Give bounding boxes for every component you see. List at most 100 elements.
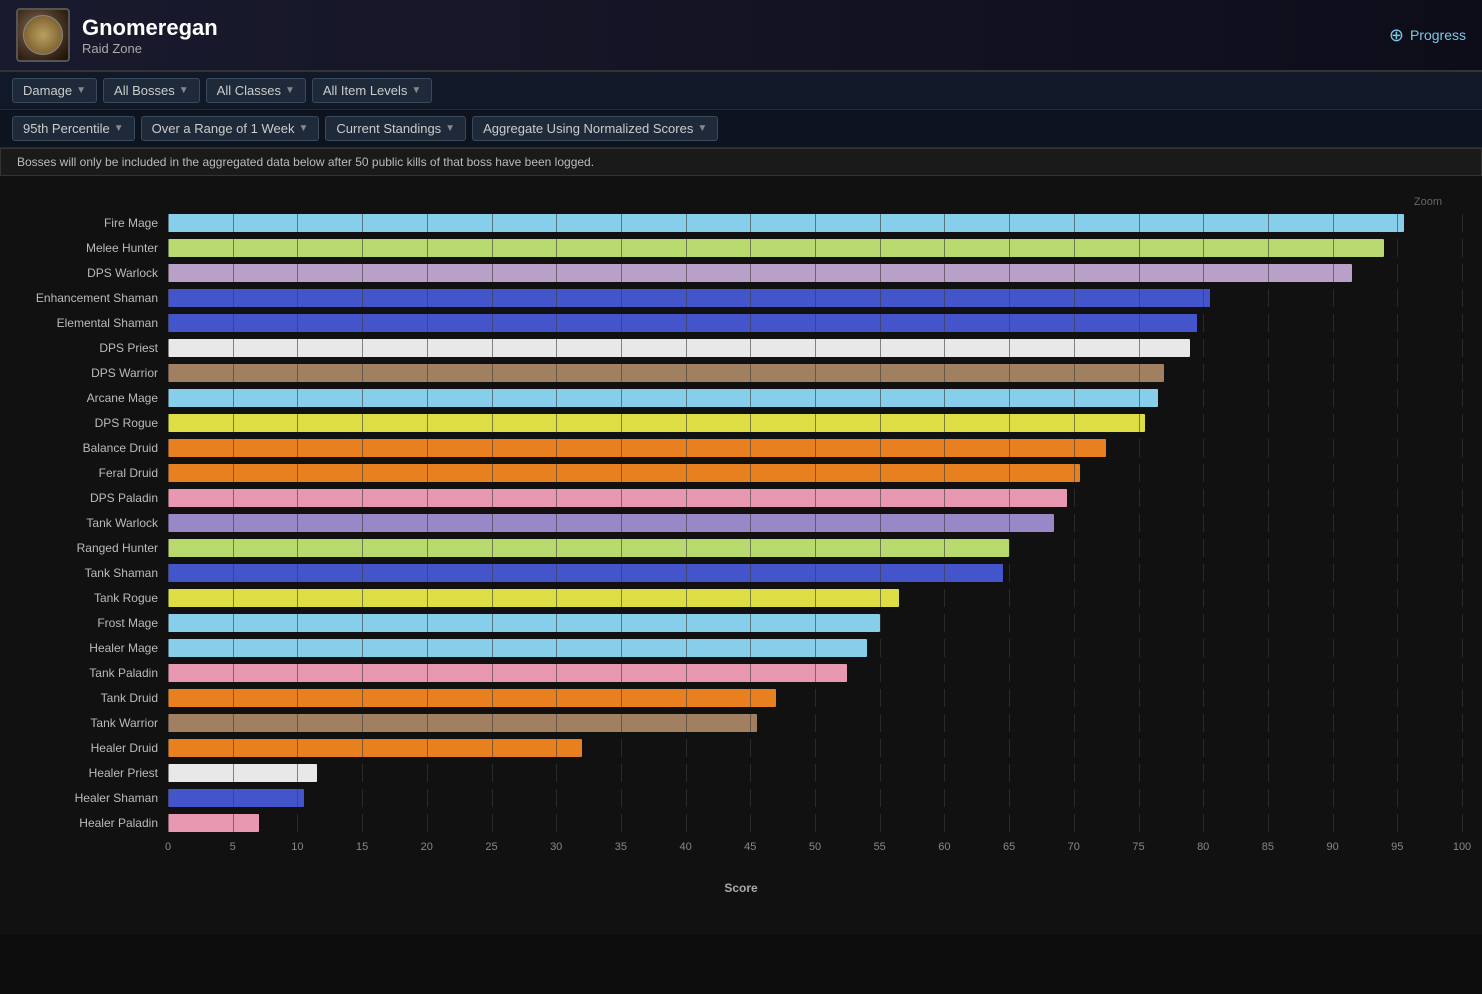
- x-axis: 0510152025303540455055606570758085909510…: [168, 841, 1462, 861]
- grid-line: [1462, 664, 1463, 682]
- info-text: Bosses will only be included in the aggr…: [17, 155, 594, 169]
- bar-row: Tank Warlock: [20, 512, 1462, 534]
- bar-label: DPS Rogue: [20, 416, 168, 430]
- grid-line: [1333, 364, 1334, 382]
- grid-line: [1074, 764, 1075, 782]
- grid-line: [686, 764, 687, 782]
- bar-label: Healer Priest: [20, 766, 168, 780]
- dropdown-arrow: ▼: [298, 123, 308, 134]
- x-axis-tick: 50: [809, 841, 821, 853]
- bar-fill[interactable]: [168, 364, 1164, 382]
- grid-line: [1268, 514, 1269, 532]
- grid-line: [1139, 489, 1140, 507]
- bar-track: [168, 339, 1462, 357]
- bar-fill[interactable]: [168, 814, 259, 832]
- toolbar2-standings-label: Current Standings: [336, 121, 441, 136]
- grid-line: [1397, 614, 1398, 632]
- toolbar2-standings-button[interactable]: Current Standings ▼: [325, 116, 466, 141]
- toolbar1-all-bosses-button[interactable]: All Bosses▼: [103, 78, 200, 103]
- progress-link[interactable]: Progress: [1410, 27, 1466, 43]
- grid-line: [1139, 739, 1140, 757]
- header: Gnomeregan Raid Zone ⊕ Progress: [0, 0, 1482, 72]
- bar-fill[interactable]: [168, 339, 1190, 357]
- grid-line: [1333, 289, 1334, 307]
- toolbar2-aggregate-label: Aggregate Using Normalized Scores: [483, 121, 693, 136]
- toolbar2-time-range-button[interactable]: Over a Range of 1 Week▼: [141, 116, 320, 141]
- grid-line: [1268, 614, 1269, 632]
- grid-line: [815, 714, 816, 732]
- grid-line: [1139, 614, 1140, 632]
- x-axis-tick: 75: [1132, 841, 1144, 853]
- bar-fill[interactable]: [168, 314, 1197, 332]
- grid-line: [427, 789, 428, 807]
- globe-icon: ⊕: [1389, 25, 1404, 46]
- grid-line: [1268, 764, 1269, 782]
- bar-fill[interactable]: [168, 764, 317, 782]
- bar-fill[interactable]: [168, 664, 847, 682]
- grid-line: [1333, 539, 1334, 557]
- bar-fill[interactable]: [168, 389, 1158, 407]
- grid-line: [1333, 739, 1334, 757]
- bar-fill[interactable]: [168, 264, 1352, 282]
- header-left: Gnomeregan Raid Zone: [16, 8, 218, 62]
- bar-fill[interactable]: [168, 514, 1054, 532]
- grid-line: [1009, 589, 1010, 607]
- bar-fill[interactable]: [168, 589, 899, 607]
- bar-fill[interactable]: [168, 439, 1106, 457]
- bar-fill[interactable]: [168, 639, 867, 657]
- grid-line: [1139, 814, 1140, 832]
- grid-line: [1333, 414, 1334, 432]
- bar-fill[interactable]: [168, 489, 1067, 507]
- bar-label: DPS Warrior: [20, 366, 168, 380]
- bar-fill[interactable]: [168, 539, 1009, 557]
- bar-fill[interactable]: [168, 214, 1404, 232]
- bar-label: Tank Paladin: [20, 666, 168, 680]
- header-title: Gnomeregan Raid Zone: [82, 15, 218, 56]
- dropdown-arrow: ▼: [76, 85, 86, 96]
- bar-fill[interactable]: [168, 714, 757, 732]
- x-axis-tick: 35: [615, 841, 627, 853]
- bar-track: [168, 389, 1462, 407]
- x-axis-tick: 10: [291, 841, 303, 853]
- bar-fill[interactable]: [168, 789, 304, 807]
- bar-row: DPS Warlock: [20, 262, 1462, 284]
- toolbar2-percentile-button[interactable]: 95th Percentile▼: [12, 116, 135, 141]
- bar-fill[interactable]: [168, 239, 1384, 257]
- toolbar-row1: Damage▼All Bosses▼All Classes▼All Item L…: [0, 72, 1482, 110]
- bar-fill[interactable]: [168, 739, 582, 757]
- x-axis-tick: 25: [485, 841, 497, 853]
- bar-fill[interactable]: [168, 289, 1210, 307]
- bar-track: [168, 589, 1462, 607]
- bar-row: Ranged Hunter: [20, 537, 1462, 559]
- grid-line: [1009, 814, 1010, 832]
- toolbar2-aggregate-button[interactable]: Aggregate Using Normalized Scores▼: [472, 116, 718, 141]
- bar-fill[interactable]: [168, 464, 1080, 482]
- toolbar1-all-item-levels-button[interactable]: All Item Levels▼: [312, 78, 432, 103]
- grid-line: [1462, 589, 1463, 607]
- bar-fill[interactable]: [168, 614, 880, 632]
- grid-line: [1397, 689, 1398, 707]
- dropdown-arrow: ▼: [445, 123, 455, 134]
- grid-line: [1203, 564, 1204, 582]
- bar-track: [168, 464, 1462, 482]
- grid-line: [1333, 789, 1334, 807]
- bar-fill[interactable]: [168, 414, 1145, 432]
- grid-line: [1268, 464, 1269, 482]
- x-axis-tick: 65: [1003, 841, 1015, 853]
- toolbar1-all-classes-button[interactable]: All Classes▼: [206, 78, 306, 103]
- grid-line: [1009, 664, 1010, 682]
- grid-line: [1462, 389, 1463, 407]
- grid-line: [1203, 589, 1204, 607]
- bar-fill[interactable]: [168, 564, 1003, 582]
- toolbar1-damage-button[interactable]: Damage▼: [12, 78, 97, 103]
- grid-line: [1333, 464, 1334, 482]
- grid-line: [556, 764, 557, 782]
- grid-line: [1397, 239, 1398, 257]
- grid-line: [944, 789, 945, 807]
- bar-track: [168, 689, 1462, 707]
- grid-line: [1009, 789, 1010, 807]
- bar-fill[interactable]: [168, 689, 776, 707]
- grid-line: [1333, 814, 1334, 832]
- bar-track: [168, 564, 1462, 582]
- grid-line: [1009, 539, 1010, 557]
